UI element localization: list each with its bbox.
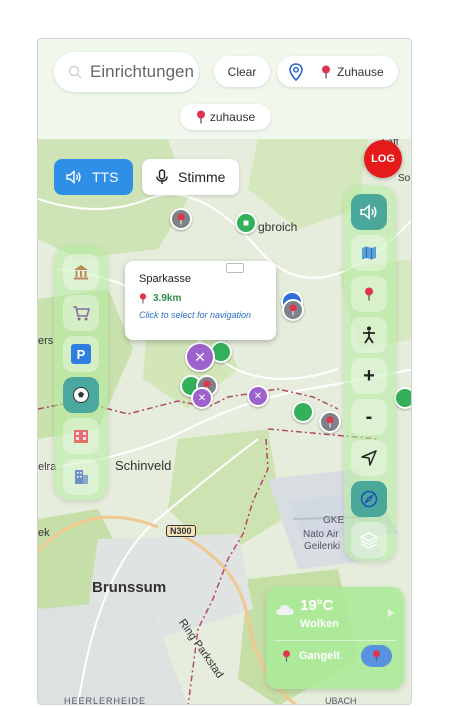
popup-close-button[interactable] [226, 263, 244, 273]
speaker-icon [66, 170, 82, 184]
weather-location-divider [274, 640, 396, 641]
category-shop-button[interactable] [63, 295, 99, 331]
speaker-icon [360, 204, 378, 220]
search-input[interactable] [90, 62, 194, 82]
location-icon [289, 62, 303, 81]
map-marker[interactable] [170, 208, 192, 230]
map-label-gke: GKE [323, 515, 345, 526]
drop-pin-button[interactable] [351, 276, 387, 312]
pin-icon [321, 65, 331, 79]
map-label-geilenkirchen: Geilenki [304, 541, 341, 552]
map-label-n300: N300 [166, 525, 196, 537]
map-marker[interactable]: ✕ [191, 387, 213, 409]
map-marker[interactable]: ■ [235, 212, 257, 234]
map-label-brunssum: Brunssum [92, 579, 167, 596]
map-canvas[interactable]: Schinveld Brunssum N300 Ring Parkstad GK… [38, 137, 411, 705]
map-label-so: So [398, 173, 411, 184]
map-label-ek: ek [38, 527, 50, 539]
zoom-out-button[interactable]: - [351, 399, 387, 435]
top-bar: Clear Zuhause zuhause [38, 39, 411, 139]
weather-temperature: 19°C [300, 597, 334, 614]
map-marker[interactable]: ✕ [185, 342, 215, 372]
log-button[interactable]: LOG [364, 140, 402, 178]
layers-icon [360, 531, 378, 549]
category-hotel-button[interactable] [63, 418, 99, 454]
cart-icon [72, 304, 90, 322]
map-marker[interactable] [394, 387, 411, 409]
soccer-icon [72, 386, 90, 404]
home-chip[interactable]: zuhause [180, 104, 271, 130]
layers-button[interactable] [351, 522, 387, 558]
office-icon [72, 468, 90, 486]
map-marker[interactable] [282, 299, 304, 321]
weather-widget[interactable]: 19°C Wolken Gangelt [266, 587, 404, 689]
chevron-right-icon[interactable] [387, 608, 395, 618]
zoom-in-label: + [363, 364, 375, 387]
search-box[interactable] [54, 52, 199, 92]
pin-icon [364, 287, 374, 301]
compass-button[interactable] [351, 481, 387, 517]
log-label: LOG [371, 153, 395, 165]
microphone-icon [156, 169, 168, 185]
zoom-out-label: - [365, 405, 373, 428]
map-controls-panel: + - [344, 185, 396, 561]
pin-icon [372, 650, 381, 662]
tts-button[interactable]: TTS [54, 159, 133, 195]
walking-mode-button[interactable] [351, 317, 387, 353]
map-marker[interactable] [319, 411, 341, 433]
bank-icon [72, 263, 90, 281]
popup-title: Sparkasse [139, 273, 191, 285]
clear-button[interactable]: Clear [214, 56, 270, 87]
clear-label: Clear [227, 64, 257, 79]
sound-toggle-button[interactable] [351, 194, 387, 230]
map-label-heerlerheide: HEERLERHEIDE [64, 696, 147, 705]
map-marker[interactable] [292, 401, 314, 423]
map-label-nato-air: Nato Air [303, 529, 339, 540]
map-icon [361, 246, 377, 260]
weather-condition: Wolken [300, 618, 339, 630]
voice-button[interactable]: Stimme [142, 159, 239, 195]
pin-icon [139, 293, 147, 304]
search-icon [68, 65, 82, 79]
navigation-arrow-icon [361, 450, 377, 466]
category-sports-button[interactable] [63, 377, 99, 413]
walk-icon [361, 326, 377, 344]
map-label-gbroich: gbroich [258, 220, 298, 234]
home-button[interactable]: Zuhause [277, 56, 398, 87]
tts-label: TTS [92, 169, 119, 185]
map-label-ers: ers [38, 335, 54, 347]
voice-label: Stimme [178, 169, 226, 185]
home-label: Zuhause [337, 64, 384, 79]
pin-icon [282, 650, 291, 662]
map-label-ubach: UBACH [325, 696, 357, 705]
category-panel: P [54, 245, 108, 500]
popup-distance: 3.9km [153, 293, 182, 304]
weather-location-button[interactable] [361, 645, 392, 667]
cloud-icon [276, 604, 294, 616]
map-label-schinveld: Schinveld [115, 458, 172, 473]
category-parking-button[interactable]: P [63, 336, 99, 372]
map-view-button[interactable] [351, 235, 387, 271]
popup-hint: Click to select for navigation [139, 310, 252, 320]
poi-popup[interactable]: Sparkasse 3.9km Click to select for navi… [125, 261, 276, 340]
map-marker[interactable]: ✕ [247, 385, 269, 407]
app-window: Clear Zuhause zuhause [37, 38, 412, 705]
category-bank-button[interactable] [63, 254, 99, 290]
hotel-icon [72, 427, 90, 445]
pin-icon [196, 110, 206, 124]
navigate-button[interactable] [351, 440, 387, 476]
compass-icon [360, 490, 378, 508]
zoom-in-button[interactable]: + [351, 358, 387, 394]
parking-icon: P [71, 344, 91, 364]
category-office-button[interactable] [63, 459, 99, 495]
chip-label: zuhause [209, 110, 256, 124]
weather-location: Gangelt [299, 650, 340, 662]
